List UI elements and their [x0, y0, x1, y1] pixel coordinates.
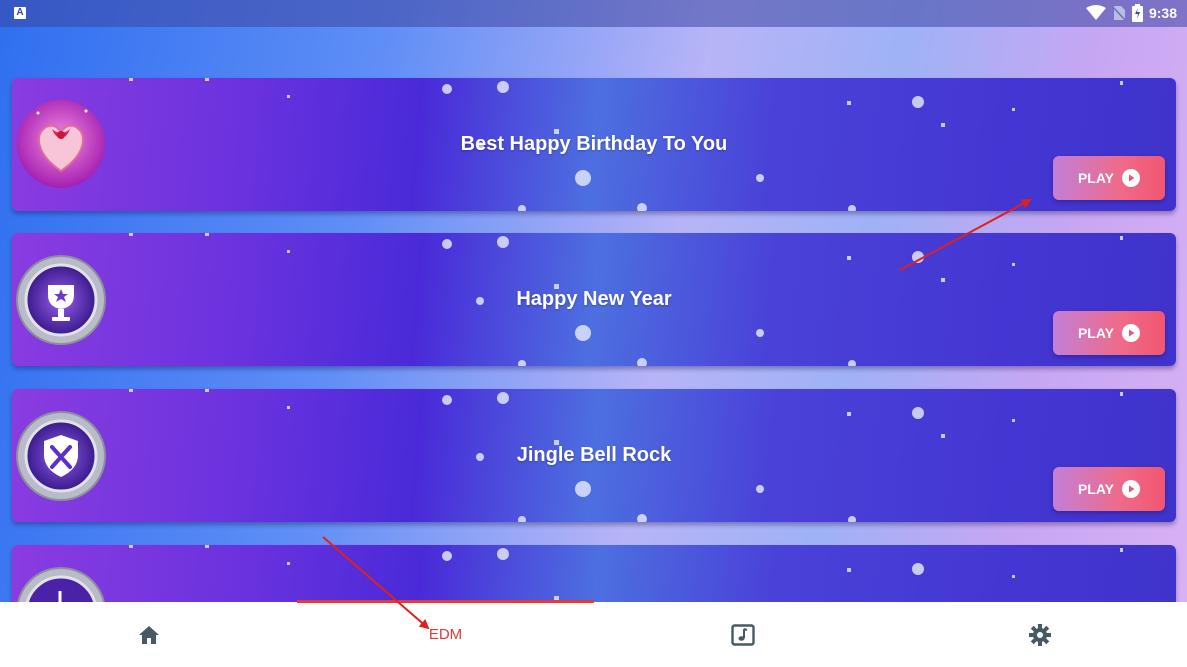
nav-settings[interactable]	[891, 602, 1187, 667]
nav-edm[interactable]: EDM	[297, 602, 594, 667]
song-title: Best Happy Birthday To You	[460, 133, 728, 155]
gear-icon	[1028, 623, 1051, 646]
home-icon	[138, 625, 159, 644]
nav-music[interactable]	[594, 602, 891, 667]
play-icon	[1122, 169, 1141, 187]
play-icon	[1122, 324, 1141, 342]
bottom-navigation: EDM	[0, 600, 1187, 667]
play-icon	[1122, 480, 1141, 498]
music-note-icon	[730, 623, 755, 646]
nav-edm-label: EDM	[428, 626, 463, 643]
song-card[interactable]: Best Happy Birthday To You PLAY	[12, 78, 1176, 211]
nav-home[interactable]	[0, 602, 297, 667]
play-button-label: PLAY	[1077, 170, 1115, 186]
play-button[interactable]: PLAY	[1053, 467, 1165, 511]
song-list[interactable]: Best Happy Birthday To You PLAY Happy Ne…	[0, 0, 1187, 667]
song-card[interactable]: Jingle Bell Rock PLAY	[12, 389, 1176, 522]
play-button-label: PLAY	[1077, 325, 1115, 341]
song-title: Jingle Bell Rock	[516, 444, 672, 466]
play-button[interactable]: PLAY	[1053, 156, 1165, 200]
song-card[interactable]: Happy New Year PLAY	[12, 233, 1176, 366]
play-button-label: PLAY	[1077, 481, 1115, 497]
play-button[interactable]: PLAY	[1053, 311, 1165, 355]
song-title: Happy New Year	[516, 288, 672, 310]
